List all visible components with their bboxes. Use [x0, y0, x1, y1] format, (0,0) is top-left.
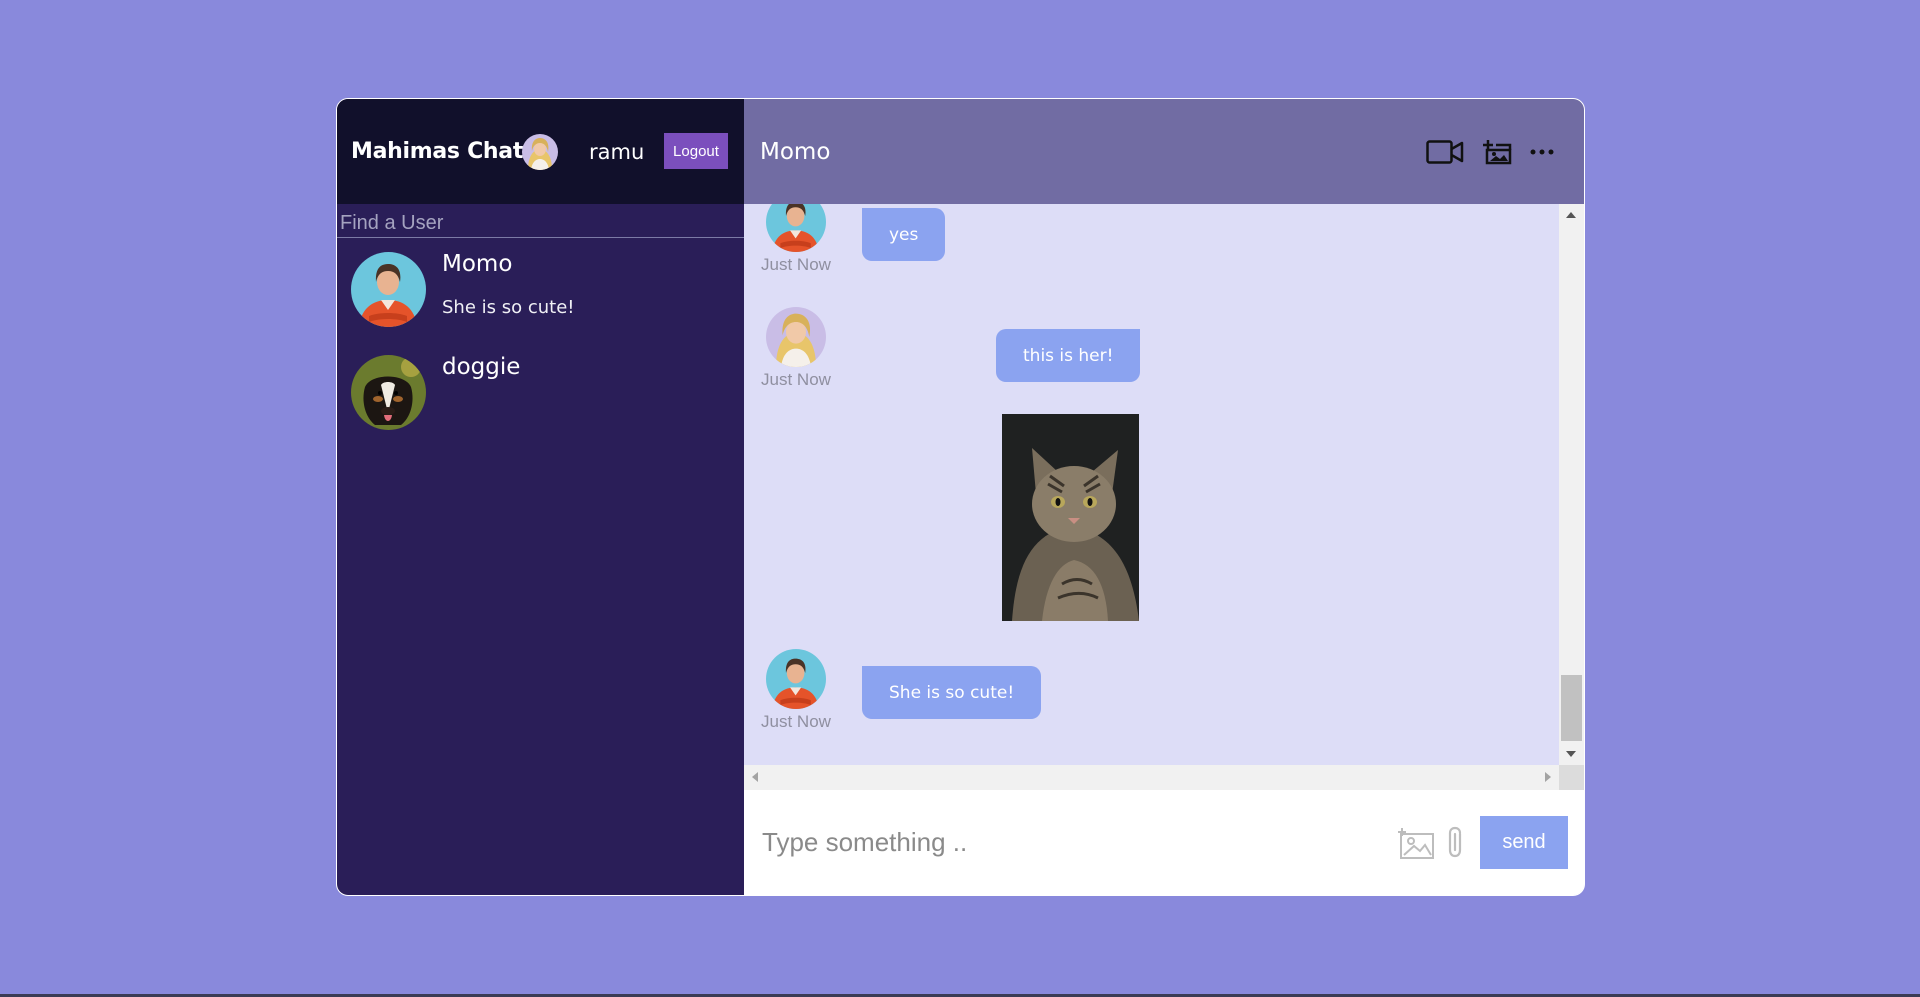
add-friend-icon[interactable] — [1482, 139, 1512, 165]
avatar — [766, 307, 826, 367]
message: Just Now this is her! — [758, 307, 1141, 390]
search-input[interactable] — [337, 212, 744, 237]
message-bubble: yes — [862, 208, 946, 261]
chat-last-message: She is so cute! — [442, 297, 575, 318]
scroll-up-icon[interactable] — [1566, 212, 1576, 218]
chat-title: Momo — [760, 138, 831, 165]
chat-list-item-doggie[interactable]: doggie — [337, 341, 744, 444]
message-time: Just Now — [761, 712, 831, 731]
video-camera-icon[interactable] — [1426, 139, 1464, 165]
user-search — [337, 204, 744, 238]
attachment-icon[interactable] — [1446, 826, 1466, 860]
vertical-scrollbar[interactable] — [1559, 204, 1584, 765]
avatar — [351, 252, 426, 327]
message-time: Just Now — [761, 255, 831, 274]
message-meta: Just Now — [758, 649, 834, 732]
current-username: ramu — [589, 139, 645, 164]
chat-header: Momo — [744, 99, 1584, 204]
avatar — [766, 649, 826, 709]
messages: Just Now yes Just Now this is her! Just … — [744, 204, 1559, 765]
image-upload-icon[interactable] — [1398, 826, 1436, 860]
avatar — [351, 355, 426, 430]
chat-header-icons — [1426, 139, 1554, 165]
chat-name: doggie — [442, 354, 521, 380]
chat-list-item-momo[interactable]: Momo She is so cute! — [337, 238, 744, 341]
message-input[interactable] — [760, 826, 1398, 859]
chat-panel: Momo Just Now yes Just Now this is her! … — [744, 99, 1584, 895]
more-icon[interactable] — [1530, 148, 1554, 156]
chat-info: Momo She is so cute! — [442, 251, 575, 318]
app-logo: Mahimas Chat — [351, 139, 524, 164]
message-input-bar: send — [744, 790, 1584, 895]
chat-name: Momo — [442, 251, 513, 277]
scroll-down-icon[interactable] — [1566, 751, 1576, 757]
send-button[interactable]: send — [1480, 816, 1568, 869]
message-bubble: this is her! — [996, 329, 1141, 382]
chat-info: doggie — [442, 354, 521, 380]
avatar — [766, 204, 826, 252]
scroll-right-icon[interactable] — [1545, 772, 1551, 782]
message-bubble: She is so cute! — [862, 666, 1042, 719]
current-user: ramu — [522, 133, 645, 170]
scrollbar-corner — [1559, 765, 1584, 790]
scroll-thumb[interactable] — [1561, 675, 1582, 741]
logout-button[interactable]: Logout — [664, 133, 728, 169]
message-meta: Just Now — [758, 307, 834, 390]
sidebar: Mahimas Chat ramu Logout Find a User Mom… — [337, 99, 744, 895]
input-icons — [1398, 826, 1466, 860]
horizontal-scrollbar[interactable] — [744, 765, 1559, 790]
avatar — [522, 133, 559, 170]
message-time: Just Now — [761, 370, 831, 389]
messages-container: Just Now yes Just Now this is her! Just … — [744, 204, 1584, 790]
message: Just Now She is so cute! — [758, 649, 1042, 732]
scroll-left-icon[interactable] — [752, 772, 758, 782]
chat-window: Mahimas Chat ramu Logout Find a User Mom… — [336, 98, 1585, 896]
navbar: Mahimas Chat ramu Logout — [337, 99, 744, 204]
message: Just Now yes — [758, 204, 946, 275]
message-image-cat-photo[interactable] — [1002, 414, 1139, 621]
message-meta: Just Now — [758, 204, 834, 275]
